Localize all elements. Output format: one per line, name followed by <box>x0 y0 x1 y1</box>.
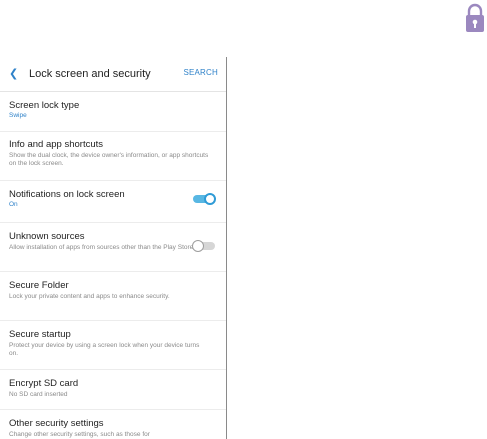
setting-notifications-on-lock-screen[interactable]: Notifications on lock screen On <box>0 181 226 223</box>
setting-title: Encrypt SD card <box>9 378 79 389</box>
unknown-sources-toggle[interactable] <box>192 240 216 252</box>
setting-title: Secure startup <box>9 329 71 340</box>
setting-secure-folder[interactable]: Secure Folder Lock your private content … <box>0 272 226 321</box>
setting-title: Info and app shortcuts <box>9 139 104 150</box>
settings-screen: ❮ Lock screen and security SEARCH Screen… <box>0 57 227 439</box>
setting-encrypt-sd-card[interactable]: Encrypt SD card No SD card inserted <box>0 370 226 410</box>
notifications-toggle[interactable] <box>192 193 216 205</box>
setting-title: Other security settings <box>9 418 104 429</box>
app-bar: ❮ Lock screen and security SEARCH <box>0 57 226 92</box>
setting-description: No SD card inserted <box>9 391 68 398</box>
setting-screen-lock-type[interactable]: Screen lock type Swipe <box>0 92 226 132</box>
setting-unknown-sources[interactable]: Unknown sources Allow installation of ap… <box>0 223 226 272</box>
setting-other-security-settings[interactable]: Other security settings Change other sec… <box>0 410 226 439</box>
setting-info-and-app-shortcuts[interactable]: Info and app shortcuts Show the dual clo… <box>0 132 226 181</box>
setting-description: Allow installation of apps from sources … <box>9 244 196 251</box>
lock-icon <box>464 0 486 34</box>
setting-title: Notifications on lock screen <box>9 189 125 200</box>
setting-value: Swipe <box>9 112 27 119</box>
toggle-knob <box>192 240 204 252</box>
search-button[interactable]: SEARCH <box>183 68 218 77</box>
setting-description: Change other security settings, such as … <box>9 431 150 438</box>
page-title: Lock screen and security <box>29 68 151 80</box>
toggle-knob <box>204 193 216 205</box>
back-arrow-icon[interactable]: ❮ <box>9 68 19 80</box>
setting-description: Protect your device by using a screen lo… <box>9 342 200 357</box>
setting-title: Unknown sources <box>9 231 85 242</box>
setting-description: Lock your private content and apps to en… <box>9 293 170 300</box>
setting-secure-startup[interactable]: Secure startup Protect your device by us… <box>0 321 226 370</box>
setting-description: Show the dual clock, the device owner's … <box>9 152 209 167</box>
setting-title: Screen lock type <box>9 100 80 111</box>
setting-title: Secure Folder <box>9 280 69 291</box>
setting-value: On <box>9 201 18 208</box>
